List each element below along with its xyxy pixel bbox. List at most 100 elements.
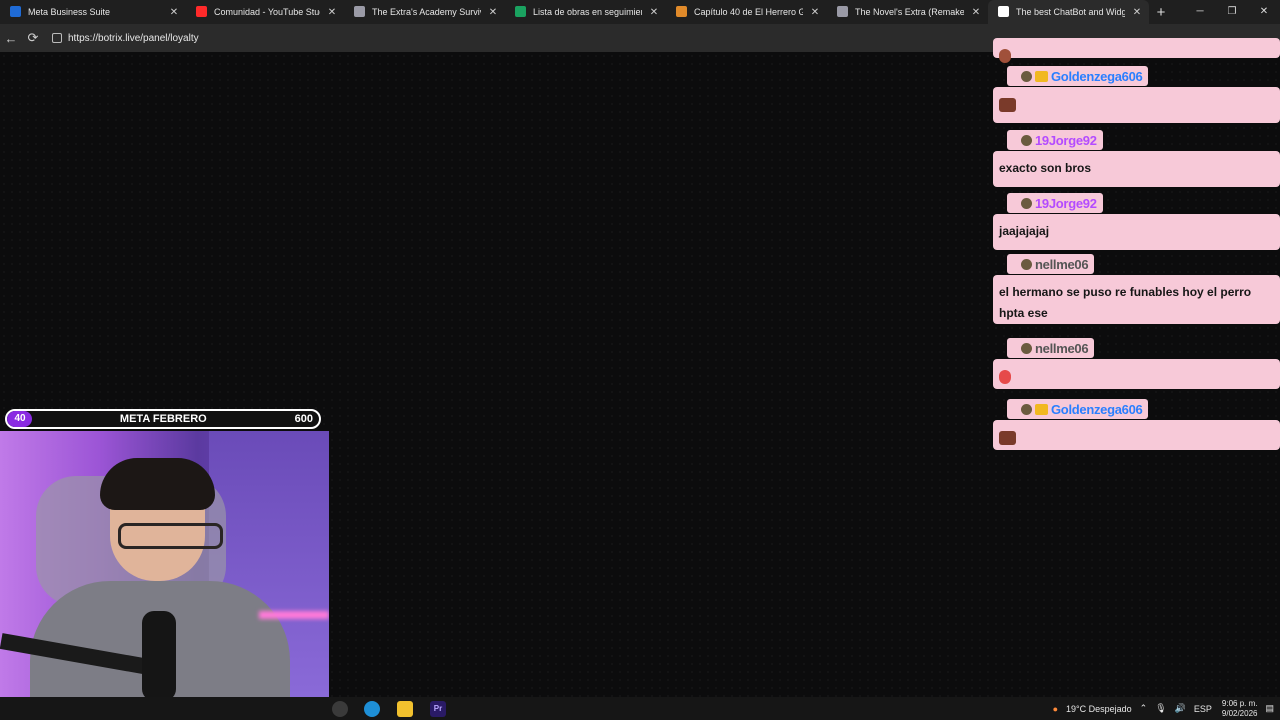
goal-title: META FEBRERO <box>119 413 207 425</box>
emote-icon <box>999 369 1011 384</box>
user-badge-icon <box>1021 258 1032 270</box>
chat-username: 19Jorge92 <box>1035 132 1097 148</box>
goal-target-value: 600 <box>294 413 313 425</box>
microphone <box>142 611 176 697</box>
edge-browser-icon[interactable] <box>364 701 380 717</box>
tray-chevron-icon[interactable]: ⌃ <box>1140 703 1148 714</box>
clock-time: 9:06 p. m. <box>1221 698 1258 708</box>
goal-current-value: 40 <box>8 411 32 427</box>
chat-widget: Goldenzega606 exacto son bros 19Jorge92 jaa… <box>993 38 1280 458</box>
browser-tab[interactable]: Lista de obras en seguimiento - H ✕ <box>505 0 666 24</box>
browser-tab[interactable]: The best ChatBot and Widgets fo ✕ <box>988 0 1149 24</box>
browser-tab[interactable]: The Extra's Academy Survival Guid ✕ <box>344 0 505 24</box>
file-explorer-icon[interactable] <box>397 701 413 717</box>
chat-username: Goldenzega606 <box>1051 401 1143 417</box>
maximize-button[interactable]: ❐ <box>1216 0 1248 24</box>
user-badge-icon <box>1021 342 1032 354</box>
close-tab-icon[interactable]: ✕ <box>487 7 499 18</box>
webcam-person-glasses <box>118 523 223 549</box>
clock[interactable]: 9:06 p. m. 9/02/2026 <box>1222 699 1258 719</box>
emote-icon <box>999 48 1011 63</box>
user-badge-icon <box>1021 197 1032 209</box>
premiere-pro-icon[interactable]: Pr <box>430 701 446 717</box>
tab-title: Lista de obras en seguimiento - H <box>533 7 642 17</box>
close-tab-icon[interactable]: ✕ <box>1131 7 1143 18</box>
volume-icon[interactable]: 🔊 <box>1175 703 1186 714</box>
user-badge-icon <box>1021 134 1032 146</box>
close-tab-icon[interactable]: ✕ <box>648 7 660 18</box>
chat-text: jaajajajaj <box>999 224 1050 238</box>
chat-username-pill: nellme06 <box>1007 254 1095 274</box>
webcam-person-hair <box>100 458 215 510</box>
chat-username: nellme06 <box>1035 256 1089 272</box>
tab-favicon-icon <box>515 6 526 17</box>
chat-username: 19Jorge92 <box>1035 195 1097 211</box>
crown-icon <box>1035 403 1048 415</box>
site-info-icon[interactable] <box>52 33 62 43</box>
taskbar: Pr ● 19°C Despejado ⌃ 🎙 🔊 ESP 9:06 p. m.… <box>0 697 1280 720</box>
tab-favicon-icon <box>10 6 21 17</box>
close-tab-icon[interactable]: ✕ <box>326 7 338 18</box>
tab-favicon-icon <box>354 6 365 17</box>
emote-icon <box>999 430 1016 445</box>
chat-text: el hermano se puso re funables hoy el pe… <box>999 285 1252 320</box>
language-indicator[interactable]: ESP <box>1194 704 1212 714</box>
tab-favicon-icon <box>837 6 848 17</box>
url-field[interactable]: https://botrix.live/panel/loyalty <box>52 33 199 44</box>
led-strip <box>259 611 329 619</box>
chat-bubble: jaajajajaj <box>993 214 1280 250</box>
chat-username-pill: Goldenzega606 <box>1007 399 1149 419</box>
minimize-button[interactable]: ─ <box>1184 0 1216 24</box>
window-controls: ─ ❐ ✕ <box>1184 0 1280 24</box>
chat-message-partial <box>993 38 1280 63</box>
weather-icon: ● <box>1052 703 1059 714</box>
close-tab-icon[interactable]: ✕ <box>168 7 180 18</box>
browser-tab[interactable]: Comunidad - YouTube Studio ✕ <box>186 0 344 24</box>
search-icon[interactable] <box>332 701 348 717</box>
tab-title: The best ChatBot and Widgets fo <box>1016 7 1125 17</box>
back-icon[interactable]: ← <box>0 31 22 46</box>
tab-bar: Meta Business Suite ✕ Comunidad - YouTube … <box>0 0 1280 24</box>
microphone-icon[interactable]: 🎙 <box>1155 703 1166 714</box>
chat-bubble: exacto son bros <box>993 151 1280 187</box>
reload-icon[interactable]: ⟳ <box>22 30 44 46</box>
chat-bubble <box>993 87 1280 123</box>
crown-icon <box>1035 70 1048 82</box>
tab-favicon-icon <box>998 6 1009 17</box>
tab-favicon-icon <box>196 6 207 17</box>
browser-tab[interactable]: Meta Business Suite ✕ <box>0 0 186 24</box>
chat-username-pill: 19Jorge92 <box>1007 193 1103 213</box>
chat-username-pill: 19Jorge92 <box>1007 130 1103 150</box>
chat-bubble: el hermano se puso re funables hoy el pe… <box>993 275 1280 324</box>
tab-favicon-icon <box>676 6 687 17</box>
user-badge-icon <box>1021 403 1032 415</box>
tab-title: Comunidad - YouTube Studio <box>214 7 320 17</box>
webcam-feed <box>0 431 329 697</box>
chat-bubble <box>993 359 1280 389</box>
close-window-button[interactable]: ✕ <box>1248 0 1280 24</box>
clock-date: 9/02/2026 <box>1221 708 1258 718</box>
notifications-icon[interactable]: ▤ <box>1265 703 1274 714</box>
browser-tab[interactable]: The Novel's Extra (Remake) Chapt ✕ <box>827 0 988 24</box>
emote-icon <box>999 97 1016 112</box>
chat-username-pill: Goldenzega606 <box>1007 66 1149 86</box>
tab-title: Meta Business Suite <box>28 7 111 17</box>
url-text: https://botrix.live/panel/loyalty <box>68 32 199 44</box>
weather-text[interactable]: 19°C Despejado <box>1066 704 1132 714</box>
tab-list: Meta Business Suite ✕ Comunidad - YouTube … <box>0 0 1149 24</box>
new-tab-button[interactable]: + <box>1149 4 1173 21</box>
close-tab-icon[interactable]: ✕ <box>809 7 821 18</box>
chat-username-pill: nellme06 <box>1007 338 1095 358</box>
user-badge-icon <box>1021 70 1032 82</box>
tab-title: The Extra's Academy Survival Guid <box>372 7 481 17</box>
chat-username: Goldenzega606 <box>1051 68 1143 84</box>
browser-tab[interactable]: Capítulo 40 de El Herrero Genio d ✕ <box>666 0 827 24</box>
close-tab-icon[interactable]: ✕ <box>970 7 982 18</box>
tab-title: Capítulo 40 de El Herrero Genio d <box>694 7 803 17</box>
chat-bubble <box>993 420 1280 450</box>
chat-username: nellme06 <box>1035 340 1089 356</box>
system-tray: ● 19°C Despejado ⌃ 🎙 🔊 ESP 9:06 p. m. 9/… <box>1045 697 1274 720</box>
tab-title: The Novel's Extra (Remake) Chapt <box>855 7 964 17</box>
goal-progress-bar: 40 META FEBRERO 600 <box>5 409 321 429</box>
chat-text: exacto son bros <box>999 161 1092 175</box>
